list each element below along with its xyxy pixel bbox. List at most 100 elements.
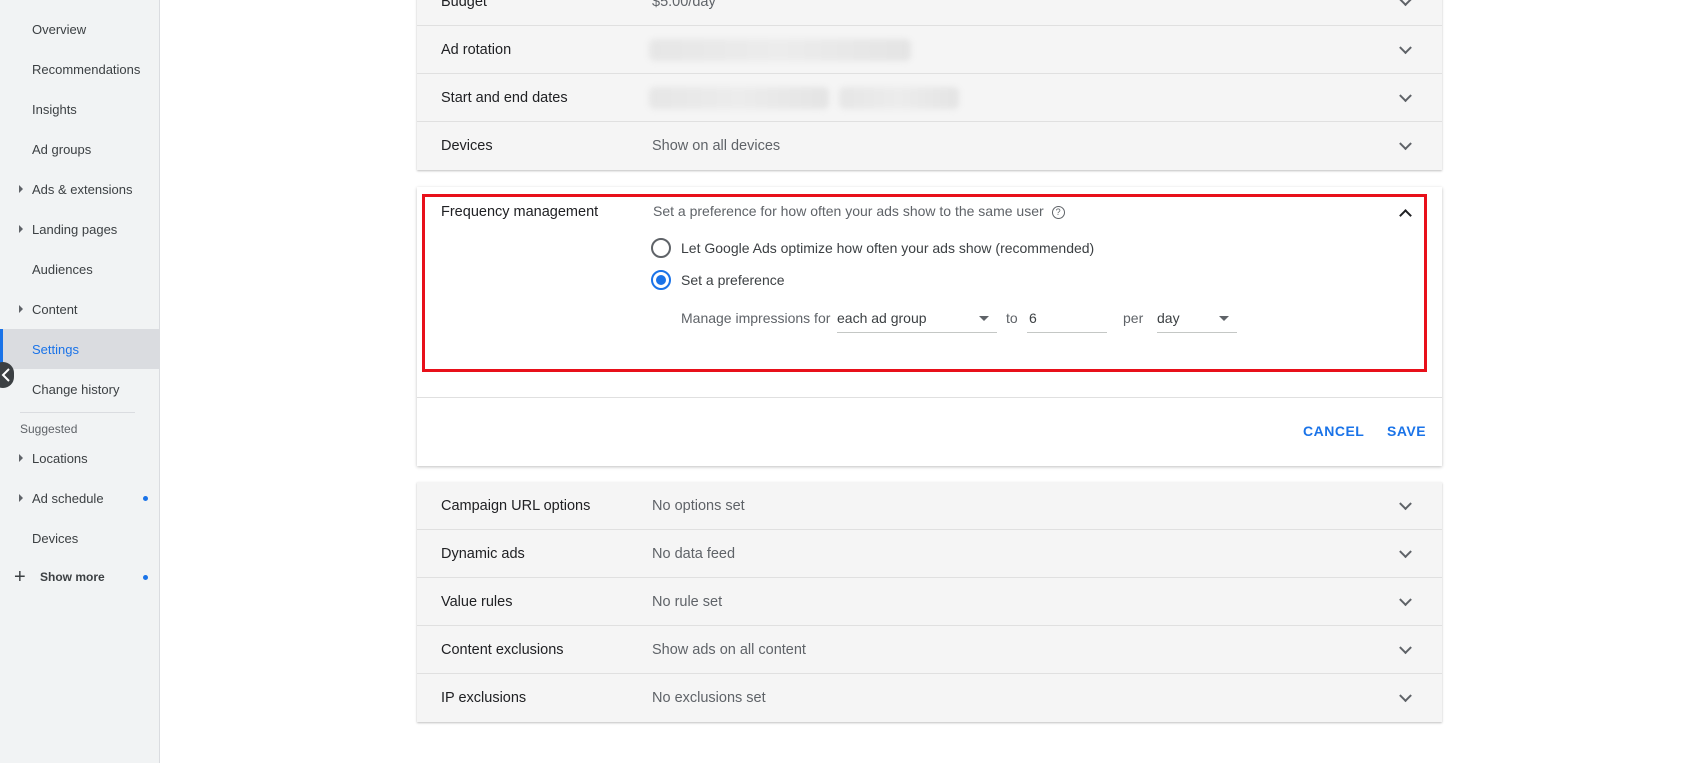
help-icon[interactable]: ? bbox=[1051, 206, 1065, 219]
row-title: Devices bbox=[441, 138, 493, 154]
settings-row-value-rules[interactable]: Value rules No rule set bbox=[417, 578, 1442, 626]
caret-right-icon bbox=[19, 185, 23, 193]
settings-card-top: Budget $5.00/day Ad rotation Start and e… bbox=[417, 0, 1442, 170]
caret-right-icon bbox=[19, 454, 23, 462]
row-title: Content exclusions bbox=[441, 641, 564, 658]
sidebar-item-settings[interactable]: Settings bbox=[0, 329, 159, 369]
sidebar-item-ads-extensions[interactable]: Ads & extensions bbox=[0, 169, 159, 209]
row-value: No options set bbox=[652, 497, 745, 514]
chevron-down-icon bbox=[1399, 544, 1412, 558]
settings-row-ip-exclusions[interactable]: IP exclusions No exclusions set bbox=[417, 674, 1442, 722]
sidebar-item-label: Settings bbox=[32, 341, 79, 357]
chevron-down-icon bbox=[1399, 592, 1412, 606]
chevron-down-icon bbox=[1399, 640, 1412, 654]
settings-row-budget[interactable]: Budget $5.00/day bbox=[417, 0, 1442, 26]
sidebar-item-ad-schedule[interactable]: Ad schedule bbox=[0, 478, 159, 518]
settings-card-bottom: Campaign URL options No options set Dyna… bbox=[417, 482, 1442, 722]
sidebar-item-locations[interactable]: Locations bbox=[0, 438, 159, 478]
per-label: per bbox=[1123, 310, 1144, 326]
row-title: IP exclusions bbox=[441, 690, 527, 706]
sidebar-divider bbox=[20, 412, 135, 413]
save-button[interactable]: SAVE bbox=[1387, 423, 1426, 439]
dropdown-arrow-icon bbox=[1219, 316, 1229, 321]
plus-icon: + bbox=[14, 566, 26, 588]
row-value: Show ads on all content bbox=[652, 641, 806, 658]
radio-optimize[interactable] bbox=[651, 238, 671, 258]
radio-set-preference[interactable] bbox=[651, 270, 671, 290]
sidebar-item-change-history[interactable]: Change history bbox=[0, 369, 159, 409]
sidebar-item-label: Landing pages bbox=[32, 221, 118, 237]
chevron-down-icon bbox=[1399, 496, 1412, 510]
radio-set-preference-label[interactable]: Set a preference bbox=[681, 272, 785, 288]
cancel-button[interactable]: CANCEL bbox=[1303, 423, 1364, 439]
impressions-count-value: 6 bbox=[1029, 310, 1037, 326]
settings-row-content-exclusions[interactable]: Content exclusions Show ads on all conte… bbox=[417, 626, 1442, 674]
row-title: Campaign URL options bbox=[441, 497, 591, 514]
sidebar-item-label: Change history bbox=[32, 381, 120, 397]
blurred-value bbox=[649, 38, 911, 61]
radio-optimize-label[interactable]: Let Google Ads optimize how often your a… bbox=[681, 240, 1094, 256]
caret-right-icon bbox=[19, 305, 23, 313]
sidebar-item-label: Ad groups bbox=[32, 141, 92, 157]
settings-row-dynamic-ads[interactable]: Dynamic ads No data feed bbox=[417, 530, 1442, 578]
to-label: to bbox=[1006, 310, 1018, 326]
chevron-down-icon bbox=[1399, 40, 1412, 54]
sidebar-item-ad-groups[interactable]: Ad groups bbox=[0, 129, 159, 169]
period-select[interactable]: day bbox=[1157, 301, 1237, 333]
dropdown-arrow-icon bbox=[979, 316, 989, 321]
caret-right-icon bbox=[19, 494, 23, 502]
frequency-description: Set a preference for how often your ads … bbox=[653, 203, 1065, 219]
sidebar-item-label: Overview bbox=[32, 21, 87, 37]
manage-impressions-label: Manage impressions for bbox=[681, 310, 831, 326]
main-content: Budget $5.00/day Ad rotation Start and e… bbox=[160, 0, 1687, 763]
sidebar-nav: Overview Recommendations Insights Ad gro… bbox=[0, 0, 160, 763]
sidebar-item-recommendations[interactable]: Recommendations bbox=[0, 49, 159, 89]
new-indicator-dot bbox=[143, 495, 148, 501]
row-value: Show on all devices bbox=[652, 138, 781, 154]
scope-select[interactable]: each ad group bbox=[837, 301, 997, 333]
settings-row-campaign-url-options[interactable]: Campaign URL options No options set bbox=[417, 482, 1442, 530]
period-select-value: day bbox=[1157, 310, 1180, 326]
caret-right-icon bbox=[19, 225, 23, 233]
sidebar-item-insights[interactable]: Insights bbox=[0, 89, 159, 129]
row-value: No data feed bbox=[652, 545, 736, 562]
show-more-button[interactable]: + Show more bbox=[0, 557, 159, 597]
highlight-box bbox=[422, 194, 1427, 372]
row-title: Value rules bbox=[441, 593, 513, 610]
chevron-left-icon bbox=[1, 368, 10, 382]
sidebar-item-audiences[interactable]: Audiences bbox=[0, 249, 159, 289]
row-value: No rule set bbox=[652, 593, 723, 610]
settings-row-start-end-dates[interactable]: Start and end dates bbox=[417, 74, 1442, 122]
chevron-down-icon bbox=[1399, 689, 1412, 703]
sidebar-item-label: Ad schedule bbox=[32, 490, 104, 506]
frequency-management-panel: Frequency management Set a preference fo… bbox=[417, 187, 1442, 466]
frequency-title: Frequency management bbox=[441, 204, 599, 220]
sidebar-item-label: Locations bbox=[32, 450, 88, 466]
sidebar-section-suggested: Suggested bbox=[20, 422, 78, 436]
impressions-count-input[interactable]: 6 bbox=[1027, 301, 1107, 333]
sidebar-item-label: Devices bbox=[32, 530, 79, 546]
row-title: Start and end dates bbox=[441, 89, 568, 106]
settings-row-ad-rotation[interactable]: Ad rotation bbox=[417, 26, 1442, 74]
sidebar-item-label: Recommendations bbox=[32, 61, 141, 77]
panel-divider bbox=[417, 397, 1442, 398]
sidebar-item-label: Ads & extensions bbox=[32, 181, 133, 197]
chevron-down-icon bbox=[1399, 0, 1412, 6]
sidebar-item-content[interactable]: Content bbox=[0, 289, 159, 329]
sidebar-item-overview[interactable]: Overview bbox=[0, 9, 159, 49]
scope-select-value: each ad group bbox=[837, 310, 927, 326]
show-more-label: Show more bbox=[40, 570, 105, 584]
sidebar-item-label: Insights bbox=[32, 101, 77, 117]
frequency-description-text: Set a preference for how often your ads … bbox=[653, 203, 1044, 219]
row-title: Ad rotation bbox=[441, 41, 512, 58]
blurred-value bbox=[649, 86, 829, 109]
sidebar-item-landing-pages[interactable]: Landing pages bbox=[0, 209, 159, 249]
sidebar-item-devices[interactable]: Devices bbox=[0, 518, 159, 558]
row-value: No exclusions set bbox=[652, 690, 766, 706]
row-value: $5.00/day bbox=[652, 0, 716, 10]
row-title: Budget bbox=[441, 0, 487, 10]
settings-row-devices[interactable]: Devices Show on all devices bbox=[417, 122, 1442, 170]
chevron-down-icon bbox=[1399, 137, 1412, 151]
chevron-down-icon bbox=[1399, 88, 1412, 102]
new-indicator-dot bbox=[143, 574, 148, 580]
